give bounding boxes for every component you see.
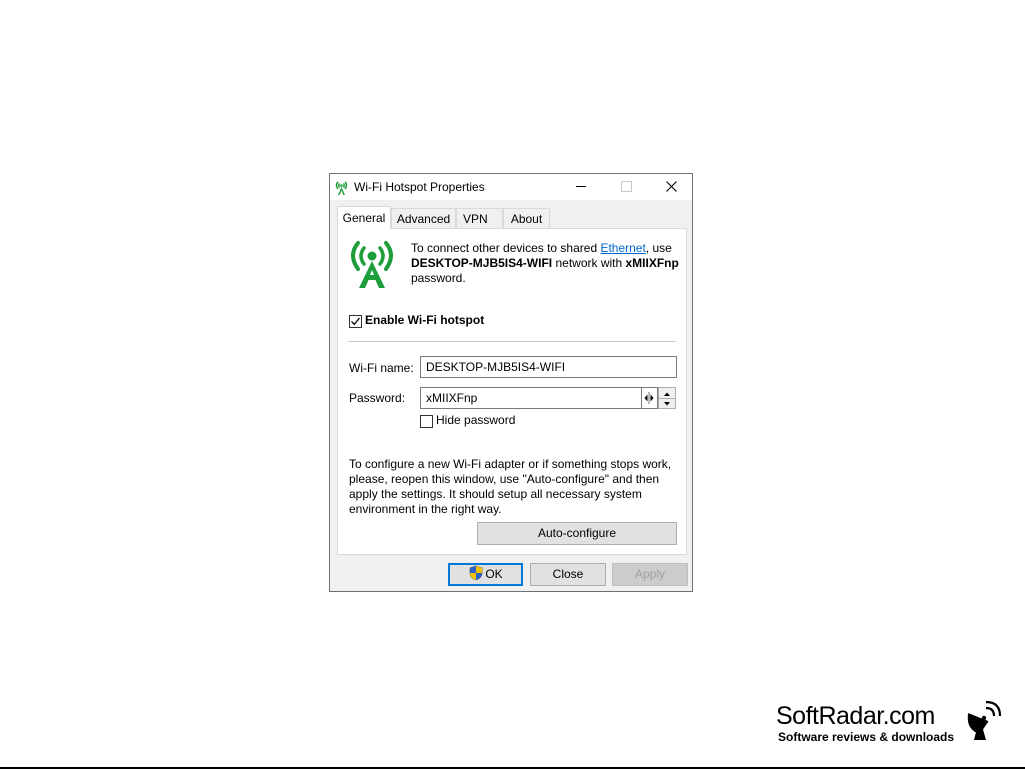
uac-shield-icon (470, 566, 483, 581)
spin-down-button[interactable] (659, 398, 675, 408)
window-title: Wi-Fi Hotspot Properties (354, 180, 485, 194)
checkmark-icon (351, 317, 361, 326)
softradar-watermark: SoftRadar.com Software reviews & downloa… (776, 700, 1024, 750)
close-window-button[interactable] (648, 174, 694, 200)
close-icon (666, 181, 677, 192)
password-cursor-spinner[interactable] (642, 387, 658, 409)
down-arrow-icon (664, 402, 670, 406)
info-text-mid1: , use (645, 241, 672, 255)
tab-advanced[interactable]: Advanced (391, 208, 456, 228)
watermark-tagline: Software reviews & downloads (778, 730, 955, 744)
minimize-button[interactable] (558, 174, 604, 200)
hide-password-checkbox[interactable] (420, 415, 433, 428)
satellite-dish-icon (967, 700, 1002, 740)
info-text-prefix: To connect other devices to shared (411, 241, 601, 255)
tab-about[interactable]: About (503, 208, 550, 228)
hotspot-properties-window: Wi-Fi Hotspot Properties General Advance… (329, 173, 693, 592)
tab-general[interactable]: General (337, 206, 391, 229)
password-up-down-spinner[interactable] (658, 387, 676, 409)
separator (348, 341, 676, 342)
wifi-name-label: Wi-Fi name: (349, 361, 414, 375)
ok-button[interactable]: OK (448, 563, 523, 586)
hotspot-antenna-icon (351, 241, 393, 288)
password-label: Password: (349, 391, 406, 405)
maximize-button[interactable] (603, 174, 649, 200)
watermark-name: SoftRadar.com (776, 702, 935, 730)
password-input[interactable] (420, 387, 642, 409)
help-text: To configure a new Wi-Fi adapter or if s… (349, 457, 672, 516)
apply-button[interactable]: Apply (612, 563, 688, 586)
enable-hotspot-label[interactable]: Enable Wi-Fi hotspot (365, 313, 484, 327)
wifi-name-input[interactable] (420, 356, 677, 378)
left-right-arrows-icon (644, 392, 654, 404)
close-button[interactable]: Close (530, 563, 606, 586)
info-text-mid2: network with (552, 256, 626, 270)
tab-vpn[interactable]: VPN (456, 208, 503, 228)
enable-hotspot-checkbox[interactable] (349, 315, 362, 328)
connection-info: To connect other devices to shared Ether… (411, 241, 683, 286)
info-text-suffix: password. (411, 271, 466, 285)
network-name-text: DESKTOP-MJB5IS4-WIFI (411, 256, 553, 270)
ok-button-label: OK (485, 567, 503, 581)
wifi-hotspot-icon (335, 181, 348, 195)
hide-password-label[interactable]: Hide password (436, 413, 515, 427)
ethernet-link[interactable]: Ethernet (600, 241, 645, 255)
network-password-text: xMIIXFnp (625, 256, 679, 270)
auto-configure-button[interactable]: Auto-configure (477, 522, 677, 545)
general-tab-panel: To connect other devices to shared Ether… (337, 228, 687, 555)
title-bar[interactable]: Wi-Fi Hotspot Properties (330, 174, 692, 200)
